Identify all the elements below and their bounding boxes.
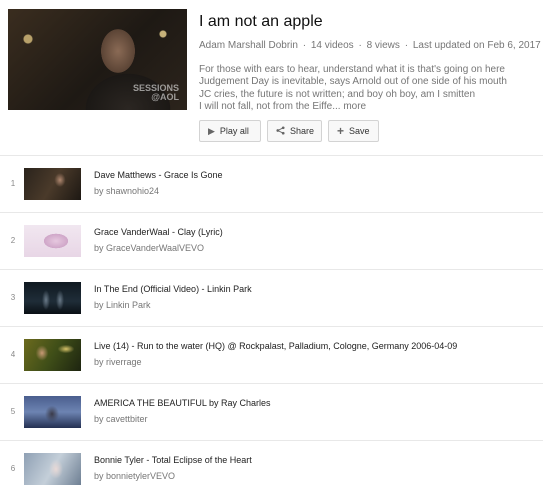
video-index: 5: [10, 407, 16, 416]
last-updated: Last updated on Feb 6, 2017: [412, 40, 541, 51]
playlist-header: SESSIONS @AOL I am not an apple Adam Mar…: [0, 0, 543, 155]
description-line: I will not fall, not from the Eiffe... m…: [199, 101, 534, 113]
video-owner[interactable]: by cavettbiter: [94, 414, 148, 424]
video-index: 4: [10, 350, 16, 359]
share-icon: [276, 125, 285, 137]
playlist-actions: ▶ Play all Share + Save: [199, 120, 379, 142]
share-label: Share: [290, 126, 315, 136]
video-owner[interactable]: by Linkin Park: [94, 300, 151, 310]
play-all-label: Play all: [219, 126, 249, 136]
video-title[interactable]: AMERICA THE BEAUTIFUL by Ray Charles: [94, 398, 271, 408]
meta-separator: ·: [302, 40, 307, 51]
playlist-owner-link[interactable]: Adam Marshall Dobrin: [199, 40, 298, 51]
plus-icon: +: [337, 123, 345, 138]
video-thumbnail[interactable]: [24, 282, 81, 314]
playlist-thumbnail[interactable]: SESSIONS @AOL: [8, 9, 187, 110]
video-count: 14 videos: [310, 40, 354, 51]
list-item[interactable]: 4 Live (14) - Run to the water (HQ) @ Ro…: [0, 326, 543, 383]
playlist-meta: Adam Marshall Dobrin · 14 videos · 8 vie…: [199, 40, 541, 51]
description-line: JC cries, the future is not written; and…: [199, 88, 476, 100]
video-thumbnail[interactable]: [24, 168, 81, 200]
video-index: 1: [10, 179, 16, 188]
list-item[interactable]: 3 In The End (Official Video) - Linkin P…: [0, 269, 543, 326]
video-title[interactable]: Live (14) - Run to the water (HQ) @ Rock…: [94, 341, 457, 351]
video-thumbnail[interactable]: [24, 339, 81, 371]
play-all-button[interactable]: ▶ Play all: [199, 120, 261, 142]
description-line: For those with ears to hear, understand …: [199, 64, 505, 75]
save-label: Save: [349, 126, 370, 136]
playlist-description: For those with ears to hear, understand …: [199, 64, 534, 113]
meta-separator: ·: [404, 40, 409, 51]
video-thumbnail[interactable]: [24, 396, 81, 428]
video-owner[interactable]: by riverrage: [94, 357, 142, 367]
video-index: 6: [10, 464, 16, 473]
share-button[interactable]: Share: [267, 120, 322, 142]
list-item[interactable]: 2 Grace VanderWaal - Clay (Lyric) by Gra…: [0, 212, 543, 269]
video-title[interactable]: Bonnie Tyler - Total Eclipse of the Hear…: [94, 455, 252, 465]
video-title[interactable]: Grace VanderWaal - Clay (Lyric): [94, 227, 223, 237]
more-link[interactable]: more: [343, 101, 366, 112]
thumbnail-watermark: SESSIONS @AOL: [133, 84, 179, 102]
description-line: Judgement Day is inevitable, says Arnold…: [199, 76, 507, 88]
view-count: 8 views: [366, 40, 400, 51]
video-owner[interactable]: by GraceVanderWaalVEVO: [94, 243, 204, 253]
video-owner[interactable]: by bonnietylerVEVO: [94, 471, 175, 481]
play-icon: ▶: [208, 125, 215, 136]
video-index: 3: [10, 293, 16, 302]
video-thumbnail[interactable]: [24, 453, 81, 485]
description-line-text: I will not fall, not from the Eiffe...: [199, 100, 341, 112]
video-index: 2: [10, 236, 16, 245]
save-button[interactable]: + Save: [328, 120, 379, 142]
playlist-video-list: 1 Dave Matthews - Grace Is Gone by shawn…: [0, 155, 543, 497]
meta-separator: ·: [358, 40, 362, 51]
list-item[interactable]: 1 Dave Matthews - Grace Is Gone by shawn…: [0, 155, 543, 212]
video-thumbnail[interactable]: [24, 225, 81, 257]
list-item[interactable]: 6 Bonnie Tyler - Total Eclipse of the He…: [0, 440, 543, 497]
video-title[interactable]: In The End (Official Video) - Linkin Par…: [94, 284, 252, 294]
video-title[interactable]: Dave Matthews - Grace Is Gone: [94, 170, 223, 180]
watermark-line-2: @AOL: [151, 92, 179, 102]
list-item[interactable]: 5 AMERICA THE BEAUTIFUL by Ray Charles b…: [0, 383, 543, 440]
playlist-title[interactable]: I am not an apple: [199, 13, 323, 31]
video-owner[interactable]: by shawnohio24: [94, 186, 159, 196]
